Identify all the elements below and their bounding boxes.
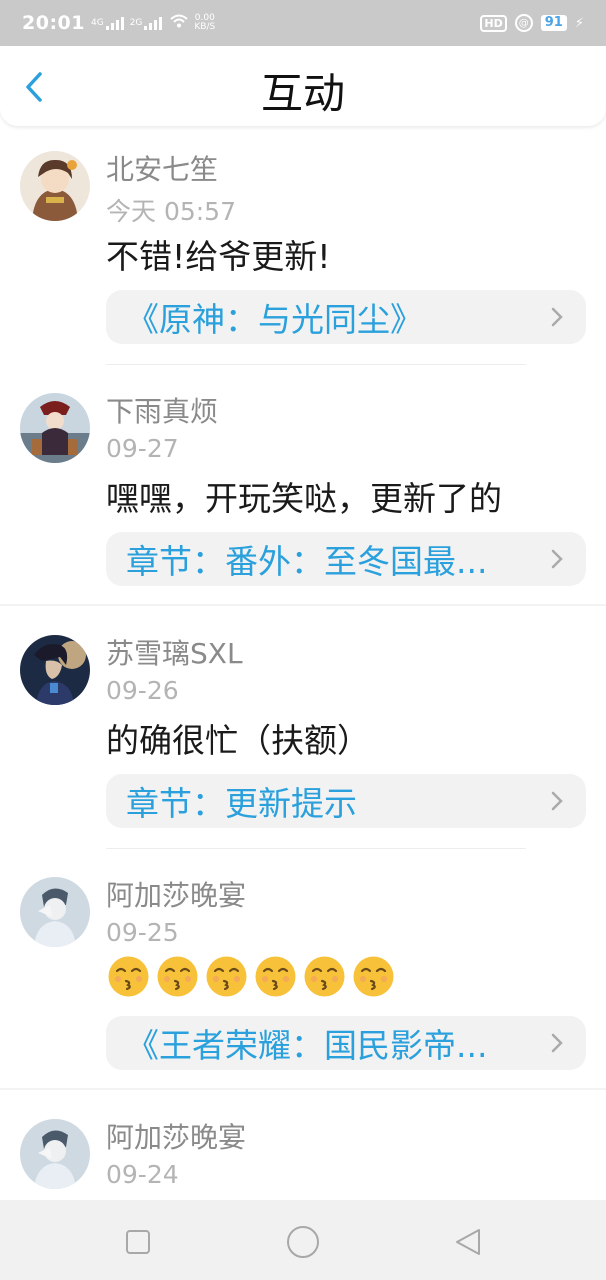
net-speed-unit: KB/S [194, 22, 216, 32]
home-button[interactable] [283, 1222, 323, 1262]
home-icon [287, 1226, 319, 1258]
nickname: 下雨真烦 [106, 395, 219, 428]
wifi-icon [170, 14, 189, 32]
list-item[interactable]: 下雨真烦 09-27 嘿嘿，开玩笑哒，更新了的 章节：番外：至冬国最... [0, 368, 606, 610]
divider [0, 1088, 606, 1090]
avatar[interactable] [20, 635, 90, 705]
status-bar: 20:01 4G 2G 0.00 KB/S HD @ 91 ⚡ [0, 0, 606, 46]
source-link[interactable]: 《原神：与光同尘》 [106, 290, 586, 344]
back-nav-button[interactable] [448, 1222, 488, 1262]
source-link[interactable]: 章节：番外：至冬国最... [106, 532, 586, 586]
source-link[interactable]: 章节：更新提示 [106, 774, 586, 828]
kissing-face-emoji [206, 956, 247, 997]
chevron-right-icon [551, 307, 563, 327]
source-link-text: 《王者荣耀：国民影帝... [126, 1026, 488, 1065]
status-time: 20:01 [22, 12, 85, 34]
signal-icon-2 [144, 16, 163, 30]
chevron-right-icon [551, 549, 563, 569]
charging-icon: ⚡ [574, 15, 584, 31]
avatar[interactable] [20, 877, 90, 947]
recent-apps-button[interactable] [118, 1222, 158, 1262]
source-link-text: 章节：更新提示 [126, 784, 357, 823]
battery-icon: 91 [540, 15, 567, 31]
header: 互动 [0, 46, 606, 126]
divider [0, 604, 606, 606]
signal-2-label: 2G [129, 17, 143, 28]
divider [106, 848, 526, 849]
list-item[interactable]: 阿加莎晚宴 09-25 《王者荣耀：国民影帝... [0, 852, 606, 1094]
page-title: 互动 [260, 69, 345, 118]
list-item[interactable]: 阿加莎晚宴 09-24 [0, 1094, 606, 1200]
divider [106, 364, 526, 365]
comment-date: 09-27 [106, 434, 179, 463]
back-triangle-icon [456, 1229, 480, 1255]
list-item[interactable]: 北安七笙 今天 05:57 不错!给爷更新! 《原神：与光同尘》 [0, 126, 606, 368]
kissing-face-emoji [157, 956, 198, 997]
comment-text: 不错!给爷更新! [106, 237, 331, 276]
comment-date: 09-25 [106, 918, 179, 947]
chevron-right-icon [551, 1033, 563, 1053]
avatar[interactable] [20, 1119, 90, 1189]
nickname: 阿加莎晚宴 [106, 879, 247, 912]
emoji-row [106, 954, 396, 999]
nickname: 阿加莎晚宴 [106, 1121, 247, 1154]
source-link[interactable]: 《王者荣耀：国民影帝... [106, 1016, 586, 1070]
source-link-text: 《原神：与光同尘》 [126, 300, 423, 339]
nickname: 北安七笙 [106, 153, 219, 186]
kissing-face-emoji [304, 956, 345, 997]
kissing-face-emoji [108, 956, 149, 997]
comment-text: 的确很忙（扶额） [106, 721, 370, 760]
source-link-text: 章节：番外：至冬国最... [126, 542, 488, 581]
nickname: 苏雪璃SXL [106, 637, 243, 670]
recent-apps-icon [126, 1230, 150, 1254]
comment-date: 09-26 [106, 676, 179, 705]
comment-list[interactable]: 北安七笙 今天 05:57 不错!给爷更新! 《原神：与光同尘》 下雨真烦 09… [0, 126, 606, 1200]
list-item[interactable]: 苏雪璃SXL 09-26 的确很忙（扶额） 章节：更新提示 [0, 610, 606, 852]
system-nav-bar [0, 1200, 606, 1280]
net-speed: 0.00 KB/S [194, 14, 215, 32]
signal-1-label: 4G [90, 17, 104, 28]
avatar[interactable] [20, 393, 90, 463]
kissing-face-emoji [255, 956, 296, 997]
comment-text: 嘿嘿，开玩笑哒，更新了的 [106, 479, 502, 518]
alarm-icon: @ [514, 14, 533, 32]
avatar[interactable] [20, 151, 90, 221]
signal-icon [105, 16, 124, 30]
kissing-face-emoji [353, 956, 394, 997]
comment-date: 今天 05:57 [106, 197, 236, 226]
chevron-right-icon [551, 791, 563, 811]
comment-date: 09-24 [106, 1160, 179, 1189]
hd-icon: HD [480, 14, 507, 32]
